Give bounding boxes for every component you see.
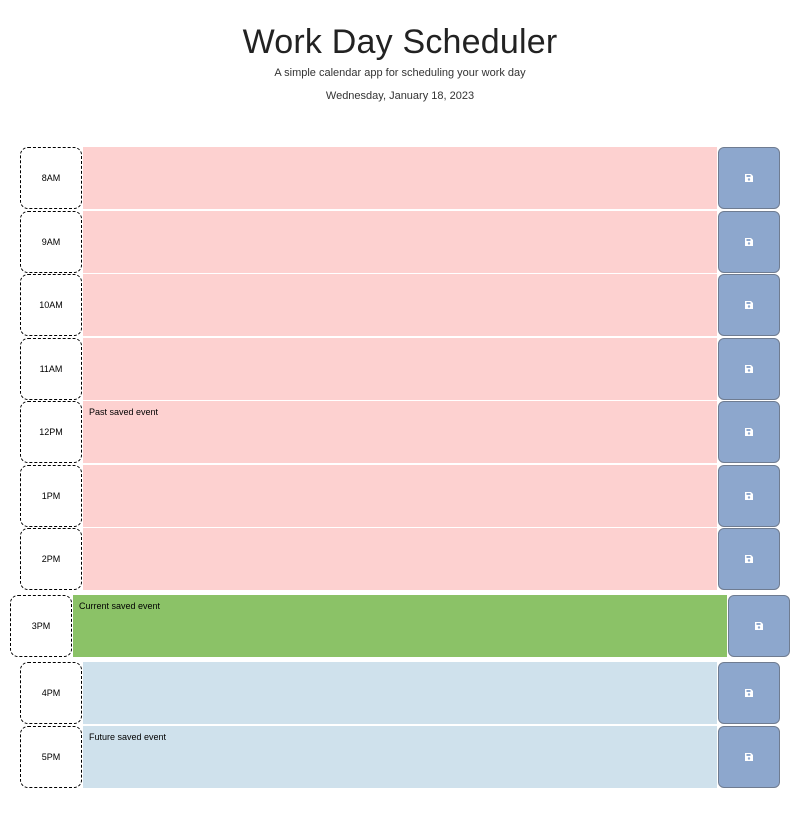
event-textarea[interactable]	[83, 465, 717, 527]
event-textarea[interactable]	[83, 528, 717, 590]
hour-label: 3PM	[10, 595, 72, 657]
timeblock-8am: 8AM	[20, 147, 780, 209]
floppy-disk-icon	[745, 555, 753, 563]
hour-label: 11AM	[20, 338, 82, 400]
timeblock-3pm: 3PM Current saved event	[10, 595, 790, 657]
hour-label: 4PM	[20, 662, 82, 724]
event-textarea[interactable]	[83, 211, 717, 273]
floppy-disk-icon	[755, 622, 763, 630]
floppy-disk-icon	[745, 174, 753, 182]
save-button[interactable]	[718, 147, 780, 209]
floppy-disk-icon	[745, 492, 753, 500]
timeblock-10am: 10AM	[20, 274, 780, 336]
timeblock-4pm: 4PM	[20, 662, 780, 724]
event-textarea[interactable]	[83, 147, 717, 209]
floppy-disk-icon	[745, 365, 753, 373]
hour-label: 8AM	[20, 147, 82, 209]
floppy-disk-icon	[745, 689, 753, 697]
timeblock-11am: 11AM	[20, 338, 780, 400]
hour-label: 2PM	[20, 528, 82, 590]
timeblock-1pm: 1PM	[20, 465, 780, 527]
event-textarea[interactable]: Past saved event	[83, 401, 717, 463]
event-textarea[interactable]	[83, 338, 717, 400]
hour-label: 9AM	[20, 211, 82, 273]
event-textarea[interactable]	[83, 662, 717, 724]
event-textarea[interactable]: Current saved event	[73, 595, 727, 657]
hour-label: 10AM	[20, 274, 82, 336]
save-button[interactable]	[718, 401, 780, 463]
hour-label: 1PM	[20, 465, 82, 527]
floppy-disk-icon	[745, 301, 753, 309]
save-button[interactable]	[718, 211, 780, 273]
current-date: Wednesday, January 18, 2023	[325, 90, 475, 102]
page-title: Work Day Scheduler	[242, 23, 558, 61]
hour-label: 5PM	[20, 726, 82, 788]
save-button[interactable]	[718, 274, 780, 336]
event-textarea[interactable]: Future saved event	[83, 726, 717, 788]
timeblock-5pm: 5PM Future saved event	[20, 726, 780, 788]
save-button[interactable]	[718, 338, 780, 400]
floppy-disk-icon	[745, 238, 753, 246]
page-subtitle: A simple calendar app for scheduling you…	[274, 67, 526, 79]
save-button[interactable]	[718, 726, 780, 788]
floppy-disk-icon	[745, 753, 753, 761]
hour-label: 12PM	[20, 401, 82, 463]
save-button[interactable]	[728, 595, 790, 657]
timeblock-9am: 9AM	[20, 211, 780, 273]
timeblock-2pm: 2PM	[20, 528, 780, 590]
save-button[interactable]	[718, 465, 780, 527]
floppy-disk-icon	[745, 428, 753, 436]
save-button[interactable]	[718, 662, 780, 724]
timeblock-12pm: 12PM Past saved event	[20, 401, 780, 463]
save-button[interactable]	[718, 528, 780, 590]
event-textarea[interactable]	[83, 274, 717, 336]
